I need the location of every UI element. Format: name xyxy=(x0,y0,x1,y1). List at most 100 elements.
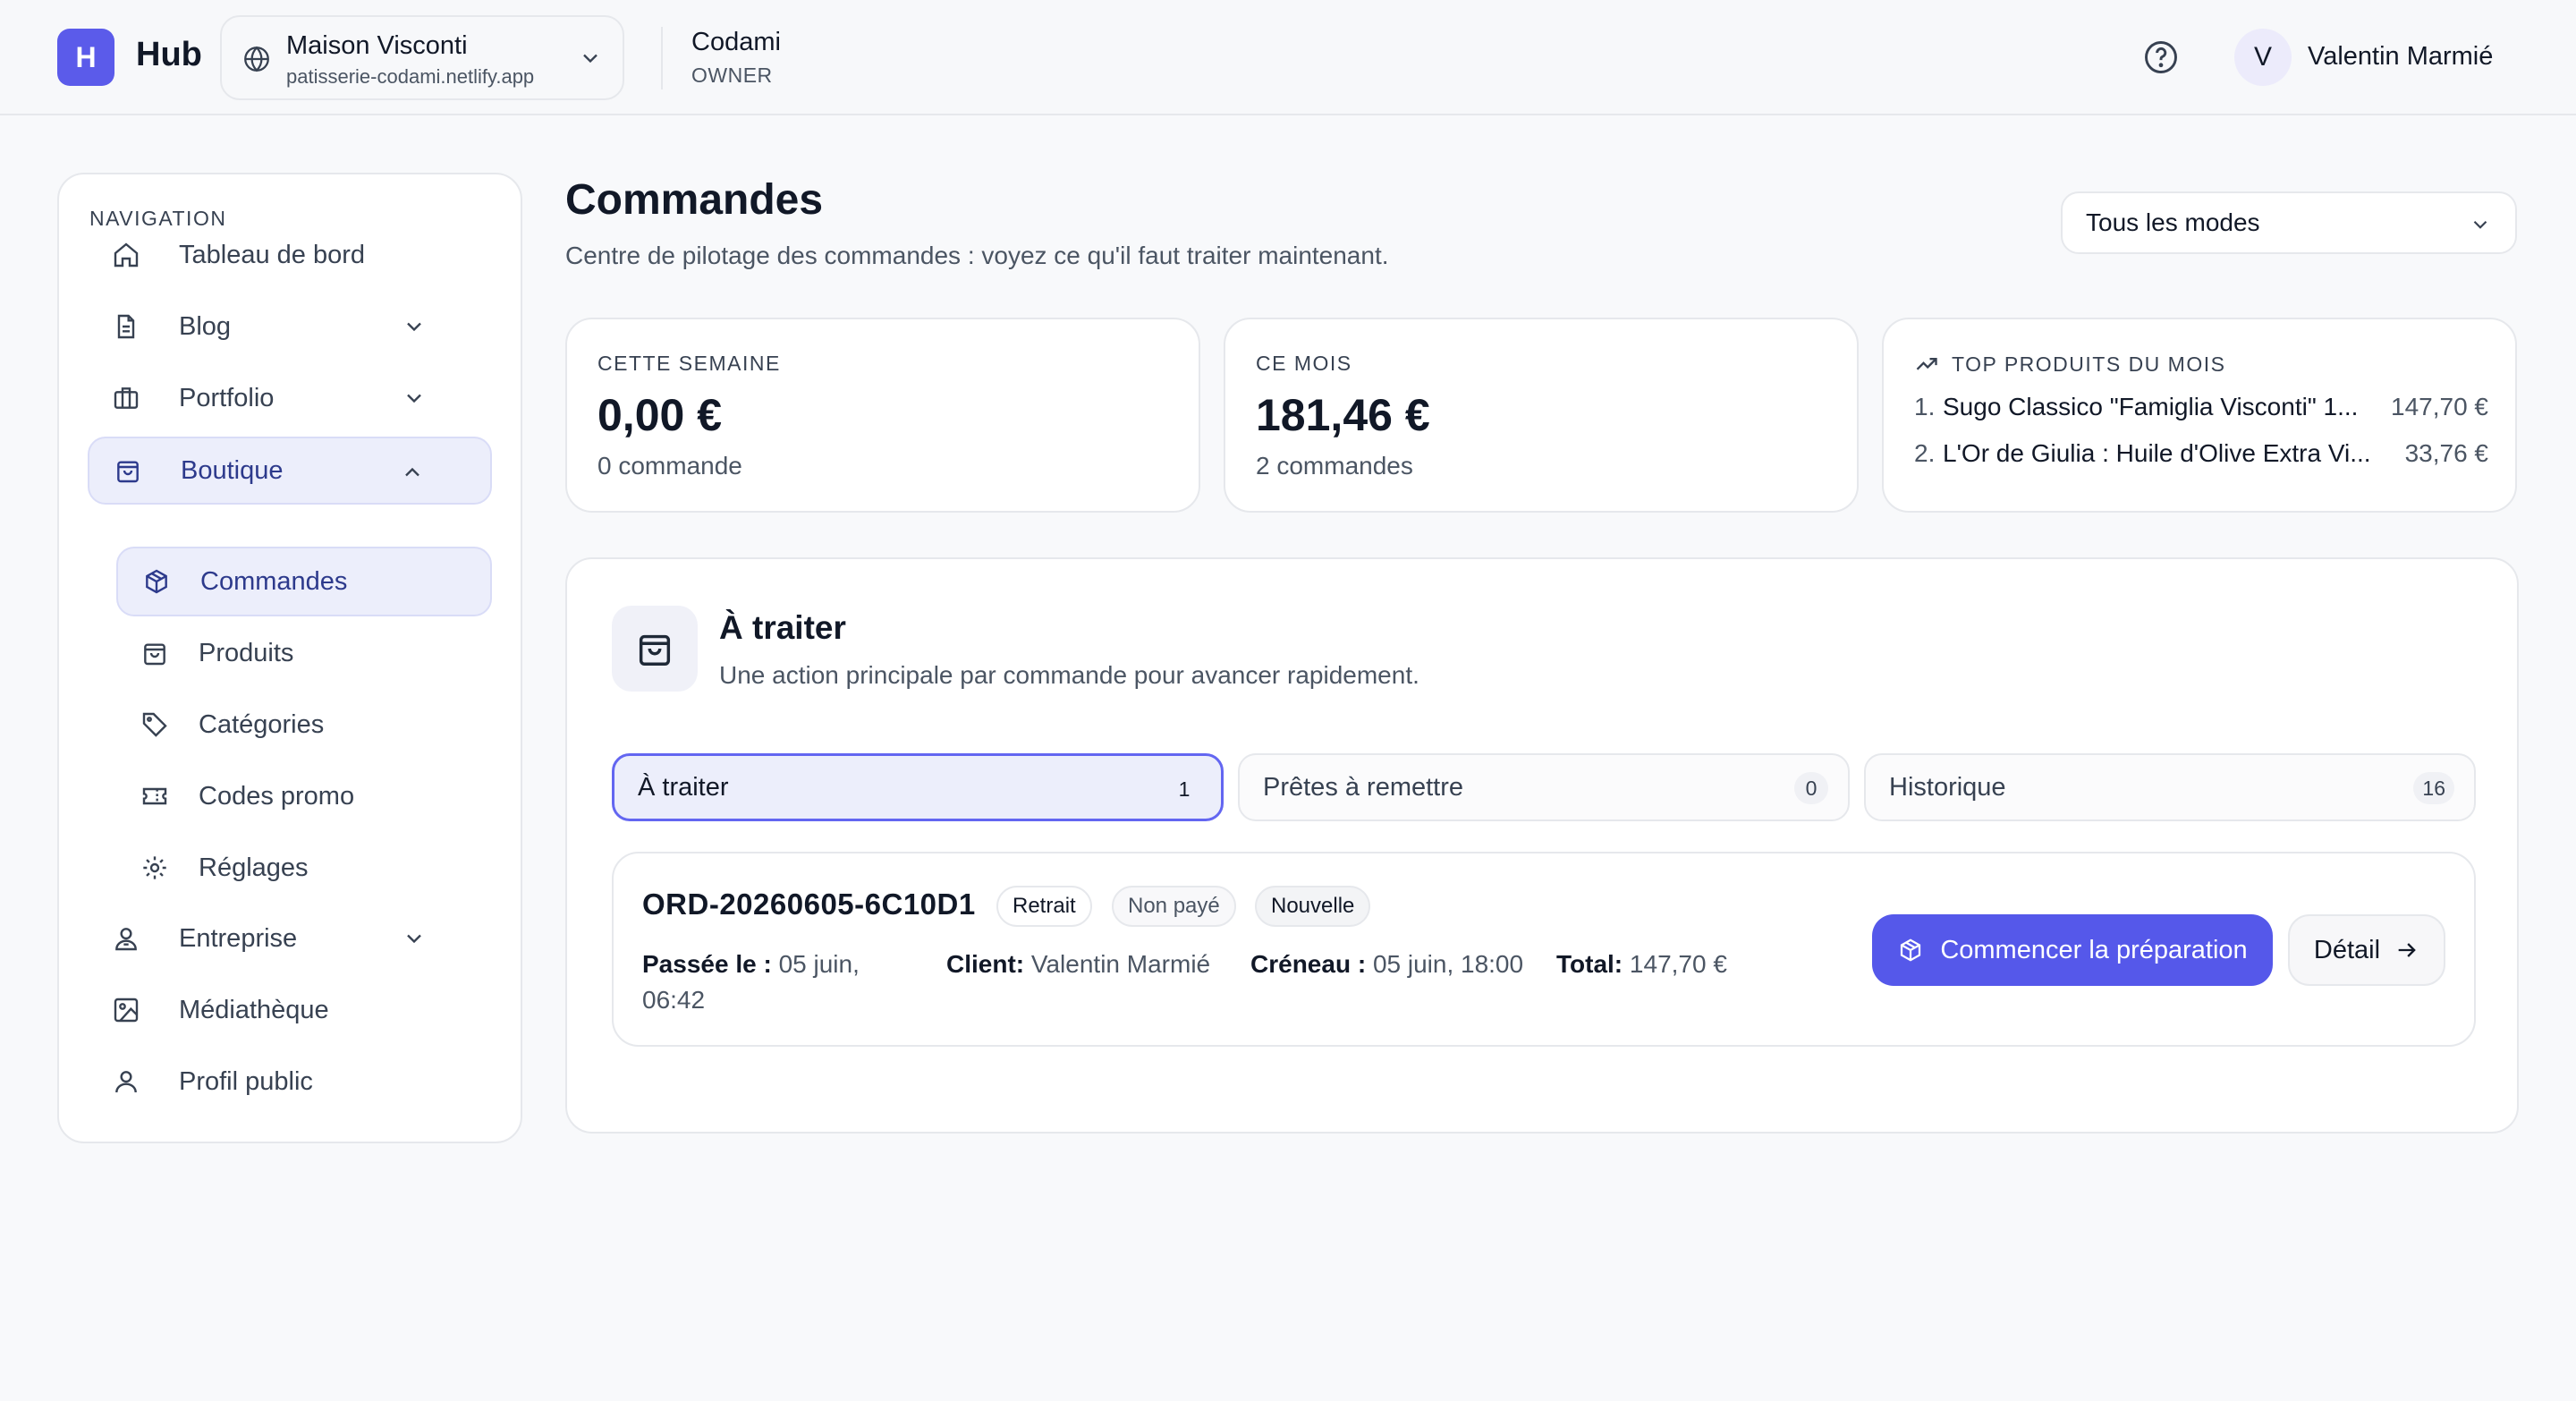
order-client-label: Client: xyxy=(946,950,1025,978)
sidebar-item-label: Profil public xyxy=(179,1066,313,1096)
badge-retrait: Retrait xyxy=(996,886,1092,927)
brand-name: Hub xyxy=(136,36,202,73)
order-total: Total: 147,70 € xyxy=(1556,947,1727,982)
order-placed: Passée le : 05 juin, 06:42 xyxy=(642,947,911,1018)
hub-logo[interactable]: H xyxy=(57,29,114,86)
sidebar-subitem-commandes[interactable]: Commandes xyxy=(116,547,492,616)
chevron-down-icon xyxy=(397,926,431,951)
sidebar-subitem-codes-promo[interactable]: Codes promo xyxy=(116,761,492,831)
ticket-icon xyxy=(138,782,172,811)
tab-count: 1 xyxy=(1178,777,1191,801)
order-client-value: Valentin Marmié xyxy=(1030,950,1211,978)
tab-historique[interactable]: Historique 16 xyxy=(1864,753,2476,821)
globe-icon xyxy=(242,44,272,74)
sidebar-subitem-label: Codes promo xyxy=(199,781,355,811)
stat-sub: 2 commandes xyxy=(1256,452,1413,480)
stat-value: 0,00 € xyxy=(597,390,723,440)
user-name[interactable]: Valentin Marmié xyxy=(2308,42,2493,72)
sidebar-item-blog[interactable]: Blog xyxy=(88,293,492,361)
stat-label: CE MOIS xyxy=(1256,352,1352,375)
top-product-price: 33,76 € xyxy=(2404,439,2488,467)
order-slot: Créneau : 05 juin, 18:00 xyxy=(1250,947,1523,982)
site-switcher[interactable]: Maison Visconti patisserie-codami.netlif… xyxy=(220,15,624,100)
shopping-bag-icon xyxy=(634,628,675,669)
sidebar-item-profil-public[interactable]: Profil public xyxy=(88,1048,492,1116)
tab-label: Historique xyxy=(1889,772,2006,802)
sidebar-item-tableau-de-bord[interactable]: Tableau de bord xyxy=(88,221,492,289)
arrow-right-icon xyxy=(2394,938,2419,963)
cube-icon xyxy=(1897,937,1924,964)
chevron-down-icon xyxy=(2469,213,2492,236)
top-product-name: L'Or de Giulia : Huile d'Olive Extra Vi.… xyxy=(1943,439,2371,467)
sidebar-item-portfolio[interactable]: Portfolio xyxy=(88,364,492,432)
mode-select[interactable]: Tous les modes xyxy=(2061,191,2517,254)
top-product-rank: 2. xyxy=(1914,439,1936,467)
sidebar-item-label: Tableau de bord xyxy=(179,240,365,269)
chevron-up-icon xyxy=(395,460,429,485)
avatar[interactable]: V xyxy=(2234,29,2292,86)
stat-card-month: CE MOIS 181,46 € 2 commandes xyxy=(1224,318,1859,513)
order-card: ORD-20260605-6C10D1 Retrait Non payé Nou… xyxy=(612,852,2476,1047)
sidebar-subitem-label: Catégories xyxy=(199,709,325,739)
sidebar: NAVIGATION Tableau de bord Blog Portfoli… xyxy=(57,173,522,1143)
sidebar-item-label: Boutique xyxy=(181,455,284,485)
chevron-down-icon xyxy=(397,386,431,411)
org-role: OWNER xyxy=(691,64,773,87)
sidebar-subitem-produits[interactable]: Produits xyxy=(116,618,492,688)
order-total-value: 147,70 € xyxy=(1629,950,1727,978)
badge-order-status: Nouvelle xyxy=(1255,886,1371,927)
top-products-label: TOP PRODUITS DU MOIS xyxy=(1952,352,2226,376)
sidebar-item-mediatheque[interactable]: Médiathèque xyxy=(88,976,492,1044)
cube-icon xyxy=(140,567,174,596)
sidebar-subitem-label: Produits xyxy=(199,638,294,667)
top-product-row[interactable]: 2. L'Or de Giulia : Huile d'Olive Extra … xyxy=(1914,439,2488,468)
tab-label: Prêtes à remettre xyxy=(1263,772,1464,802)
gear-icon xyxy=(138,853,172,882)
start-preparation-label: Commencer la préparation xyxy=(1940,935,2248,964)
sidebar-subitem-label: Réglages xyxy=(199,853,309,882)
order-id[interactable]: ORD-20260605-6C10D1 xyxy=(642,887,976,921)
sidebar-subitem-reglages[interactable]: Réglages xyxy=(116,833,492,903)
site-name: Maison Visconti xyxy=(286,31,468,60)
sidebar-subitem-label: Commandes xyxy=(200,566,348,596)
sidebar-item-label: Entreprise xyxy=(179,923,298,953)
tab-count: 16 xyxy=(2413,772,2454,804)
help-icon[interactable] xyxy=(2141,38,2181,77)
user-badge-icon xyxy=(109,924,143,953)
sidebar-item-boutique[interactable]: Boutique xyxy=(88,437,492,505)
image-icon xyxy=(109,996,143,1024)
stat-label: CETTE SEMAINE xyxy=(597,352,781,375)
sidebar-item-label: Portfolio xyxy=(179,383,275,412)
panel-subtitle: Une action principale par commande pour … xyxy=(719,661,1419,689)
stat-card-top-products: TOP PRODUITS DU MOIS 1. Sugo Classico "F… xyxy=(1882,318,2517,513)
sidebar-subitem-categories[interactable]: Catégories xyxy=(116,690,492,760)
stat-value: 181,46 € xyxy=(1256,390,1430,440)
order-slot-label: Créneau : xyxy=(1250,950,1367,978)
sidebar-item-label: Médiathèque xyxy=(179,995,329,1024)
panel-icon-box xyxy=(612,606,698,692)
mode-select-value: Tous les modes xyxy=(2086,208,2260,236)
start-preparation-button[interactable]: Commencer la préparation xyxy=(1872,914,2273,986)
sidebar-item-entreprise[interactable]: Entreprise xyxy=(88,904,492,972)
tab-label: À traiter xyxy=(638,772,729,802)
user-icon xyxy=(109,1067,143,1096)
order-client: Client: Valentin Marmié xyxy=(946,947,1210,982)
home-icon xyxy=(109,241,143,269)
order-total-label: Total: xyxy=(1556,950,1623,978)
shopping-bag-icon xyxy=(138,639,172,667)
tab-count: 0 xyxy=(1794,772,1828,804)
top-products-heading: TOP PRODUITS DU MOIS xyxy=(1914,352,2225,377)
sidebar-item-label: Blog xyxy=(179,311,232,341)
tab-a-traiter[interactable]: À traiter 1 xyxy=(612,753,1224,821)
order-slot-value: 05 juin, 18:00 xyxy=(1372,950,1524,978)
order-placed-label: Passée le : xyxy=(642,950,772,978)
trending-up-icon xyxy=(1914,352,1939,377)
stat-card-week: CETTE SEMAINE 0,00 € 0 commande xyxy=(565,318,1200,513)
tab-pretes-a-remettre[interactable]: Prêtes à remettre 0 xyxy=(1238,753,1850,821)
document-icon xyxy=(109,312,143,341)
chevron-down-icon xyxy=(578,46,603,71)
top-product-row[interactable]: 1. Sugo Classico "Famiglia Visconti" 1..… xyxy=(1914,393,2488,421)
org-name: Codami xyxy=(691,28,781,56)
detail-button[interactable]: Détail xyxy=(2288,914,2445,986)
orders-panel: À traiter Une action principale par comm… xyxy=(565,557,2519,1134)
